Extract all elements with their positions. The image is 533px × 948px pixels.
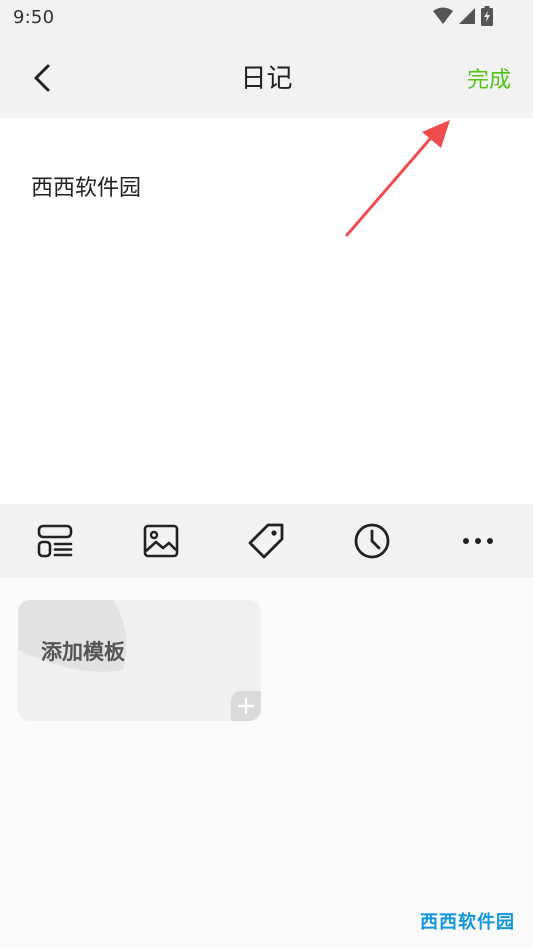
add-template-plus xyxy=(231,691,261,721)
more-tool-button[interactable] xyxy=(454,517,502,565)
status-time: 9:50 xyxy=(13,7,55,28)
editor-toolbar xyxy=(0,504,533,578)
watermark: 西西软件园 xyxy=(420,912,515,933)
time-tool-button[interactable] xyxy=(348,517,396,565)
plus-icon xyxy=(238,698,254,714)
tag-tool-button[interactable] xyxy=(242,517,290,565)
add-template-card[interactable]: 添加模板 xyxy=(18,600,261,721)
signal-icon xyxy=(459,8,475,24)
page-title: 日记 xyxy=(240,64,293,94)
diary-editor[interactable]: 西西软件园 xyxy=(0,118,533,504)
add-template-label: 添加模板 xyxy=(41,640,125,664)
status-bar: 9:50 xyxy=(0,0,533,38)
template-tool-button[interactable] xyxy=(31,517,79,565)
image-icon xyxy=(143,524,178,558)
template-panel: 添加模板 xyxy=(0,578,533,948)
status-icons xyxy=(433,6,493,26)
more-horizontal-icon xyxy=(463,538,494,544)
tag-icon xyxy=(249,523,284,559)
clock-icon xyxy=(354,523,390,559)
battery-charging-icon xyxy=(481,6,493,26)
done-button[interactable]: 完成 xyxy=(467,62,511,94)
title-bar: 日记 完成 xyxy=(0,38,533,118)
template-list-icon xyxy=(37,524,73,558)
image-tool-button[interactable] xyxy=(137,517,185,565)
wifi-icon xyxy=(433,7,453,24)
diary-content[interactable]: 西西软件园 xyxy=(31,170,141,202)
